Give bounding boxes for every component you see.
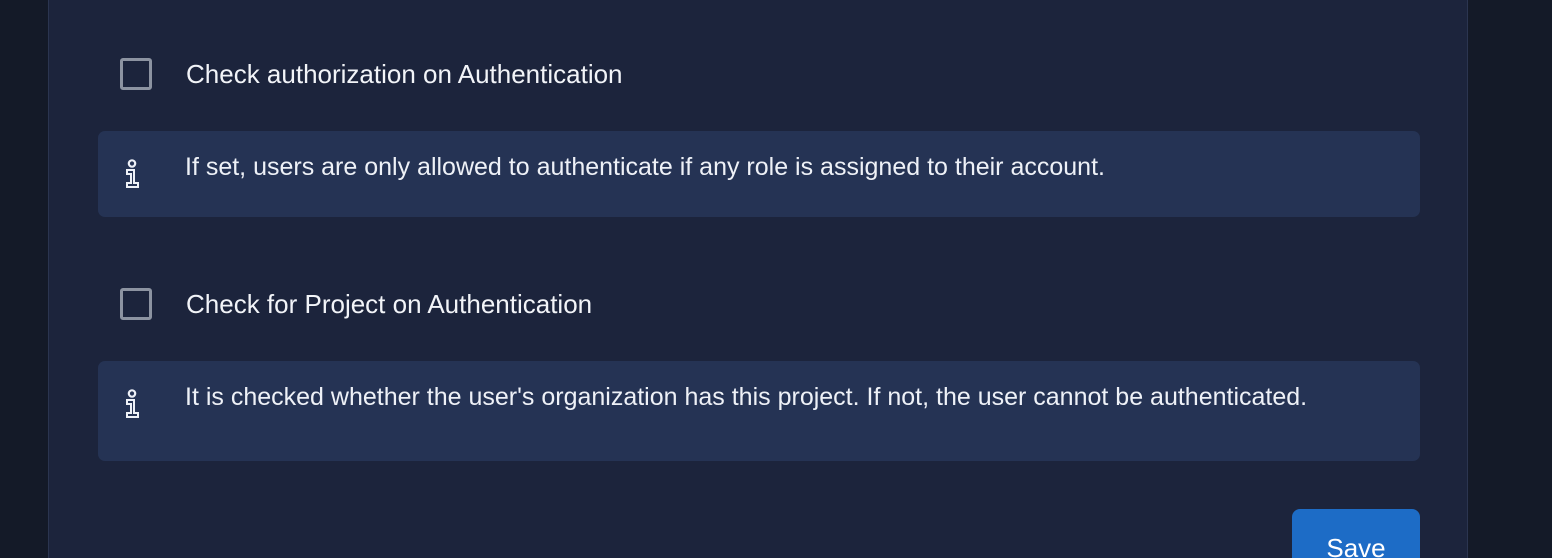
check-project-checkbox[interactable] <box>120 288 152 320</box>
info-icon <box>126 159 139 188</box>
check-authorization-info-box: If set, users are only allowed to authen… <box>98 131 1420 217</box>
info-icon <box>126 389 139 418</box>
check-project-label: Check for Project on Authentication <box>186 289 593 319</box>
check-authorization-label: Check authorization on Authentication <box>186 59 623 89</box>
check-authorization-checkbox[interactable] <box>120 58 152 90</box>
save-button[interactable]: Save <box>1292 509 1420 558</box>
check-project-info-box: It is checked whether the user's organiz… <box>98 361 1420 461</box>
setting-check-authorization[interactable]: Check authorization on Authentication <box>120 58 623 90</box>
setting-check-project[interactable]: Check for Project on Authentication <box>120 288 592 320</box>
check-project-info-text: It is checked whether the user's organiz… <box>185 383 1308 411</box>
settings-page: Check authorization on Authentication If… <box>0 0 1552 558</box>
check-authorization-info-text: If set, users are only allowed to authen… <box>185 153 1105 181</box>
